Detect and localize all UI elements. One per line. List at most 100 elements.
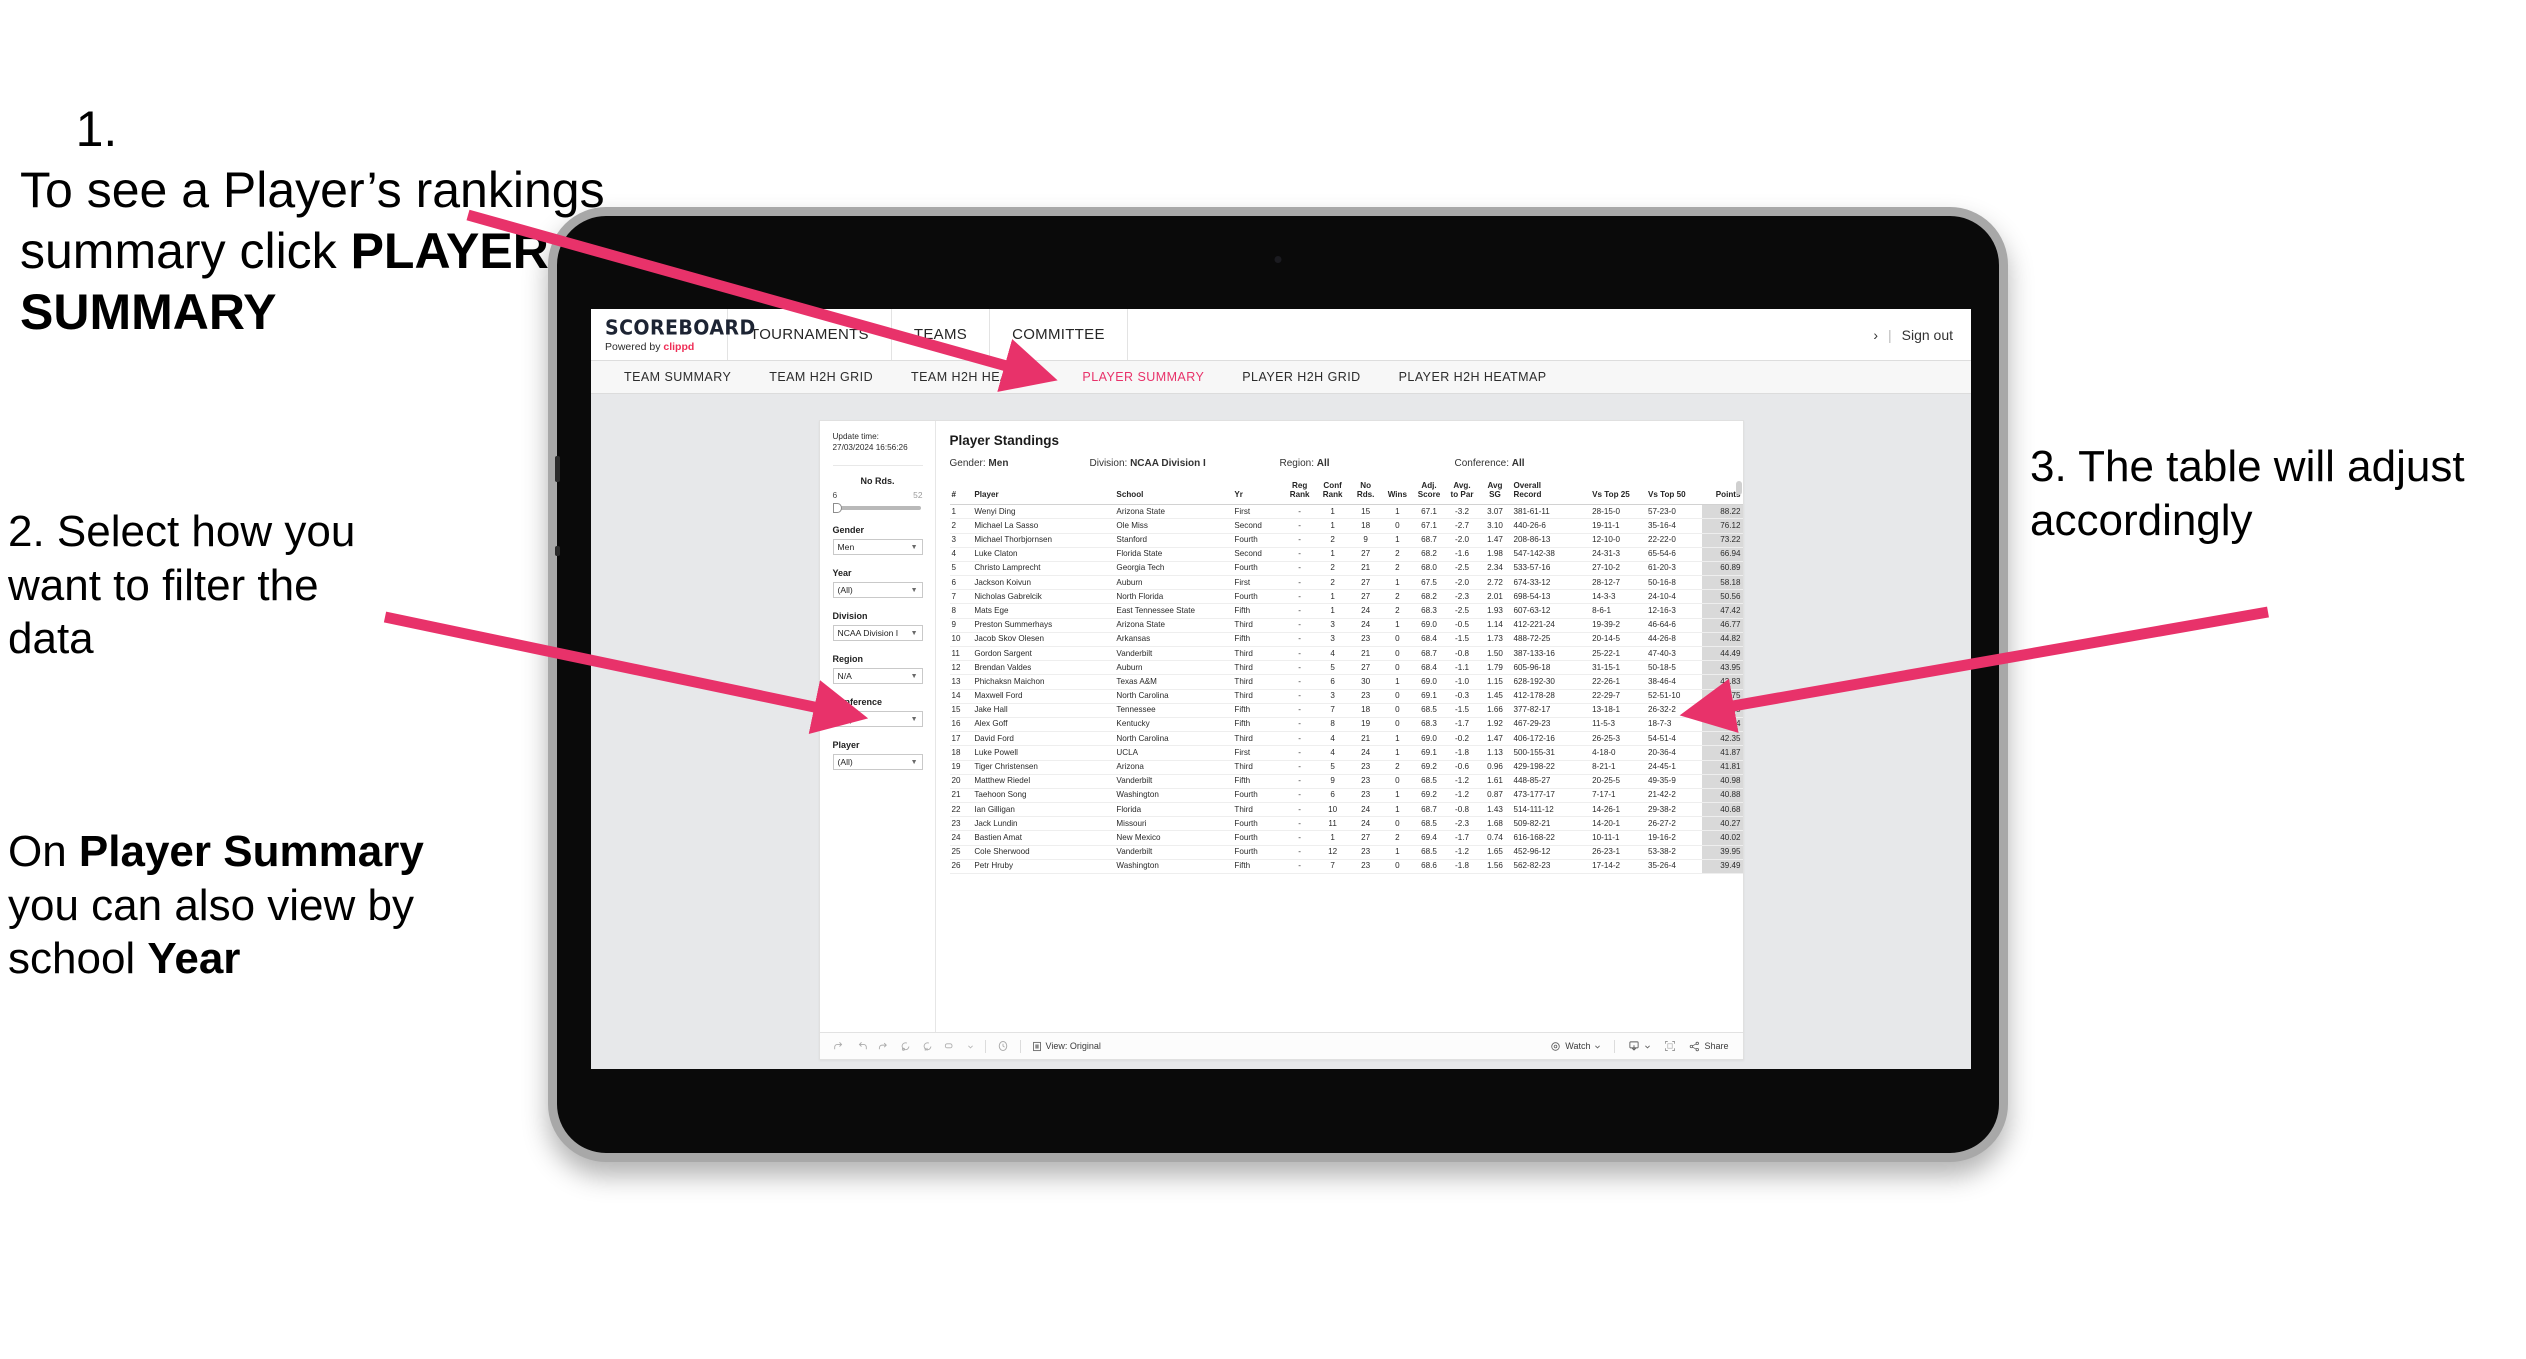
column-header[interactable]: Avg. to Par: [1445, 478, 1479, 506]
year-select[interactable]: (All) ▼: [832, 582, 923, 599]
fullscreen-icon[interactable]: [1664, 1040, 1676, 1052]
table-row[interactable]: 20 Matthew Riedel Vanderbilt Fifth -9 23 0 68.5…: [949, 774, 1743, 789]
column-header[interactable]: Yr: [1232, 478, 1284, 506]
subnav-player-summary[interactable]: PLAYER SUMMARY: [1063, 370, 1223, 384]
column-header[interactable]: Wins: [1382, 478, 1413, 506]
table-cell: 14-20-1: [1590, 816, 1646, 832]
column-header[interactable]: Player: [972, 478, 1115, 506]
column-header[interactable]: Vs Top 25: [1590, 478, 1646, 506]
table-cell: Arizona State: [1114, 618, 1233, 633]
table-row[interactable]: 5 Christo Lamprecht Georgia Tech Fourth -2 21…: [949, 561, 1743, 577]
download-button[interactable]: [1628, 1040, 1651, 1052]
column-header[interactable]: #: [949, 478, 973, 506]
table-row[interactable]: 24 Bastien Amat New Mexico Fourth -1 27 2 69.4-…: [949, 830, 1743, 846]
view-original-button[interactable]: View: Original: [1032, 1041, 1101, 1052]
table-row[interactable]: 3 Michael Thorbjornsen Stanford Fourth -2 9 1 6…: [949, 533, 1743, 548]
device-icon[interactable]: [944, 1041, 956, 1052]
clock-icon[interactable]: [997, 1040, 1009, 1052]
table-row[interactable]: 17 David Ford North Carolina Third -4 21 1 69.0…: [949, 731, 1743, 747]
table-cell: Phichaksn Maichon: [972, 674, 1115, 690]
table-row[interactable]: 9 Preston Summerhays Arizona State Third -3 2…: [949, 618, 1743, 633]
table-cell: 68.5: [1412, 845, 1446, 860]
table-cell: 0: [1382, 518, 1413, 534]
column-header[interactable]: Vs Top 50: [1645, 478, 1702, 506]
undo-icon[interactable]: [833, 1041, 845, 1052]
table-cell: 68.0: [1412, 561, 1446, 577]
table-row[interactable]: 1 Wenyi Ding Arizona State First -1 15 1 67.1 -3…: [949, 504, 1743, 520]
subnav-team-summary[interactable]: TEAM SUMMARY: [605, 370, 750, 384]
revert-icon[interactable]: [878, 1041, 889, 1052]
table-row[interactable]: 11 Gordon Sargent Vanderbilt Third -4 21 0 68.7…: [949, 646, 1743, 662]
table-row[interactable]: 19 Tiger Christensen Arizona Third -5 23 2 69.2…: [949, 760, 1743, 775]
division-select[interactable]: NCAA Division I ▼: [832, 625, 923, 642]
table-row[interactable]: 25 Cole Sherwood Vanderbilt Fourth -12 23 1 68.…: [949, 845, 1743, 860]
table-cell: 406-172-16: [1511, 731, 1591, 747]
table-row[interactable]: 2 Michael La Sasso Ole Miss Second -1 18 0 67.1…: [949, 518, 1743, 534]
table-cell: First: [1232, 504, 1284, 520]
table-cell: 8-6-1: [1590, 603, 1646, 619]
column-header[interactable]: Avg SG: [1478, 478, 1512, 506]
table-row[interactable]: 10 Jacob Skov Olesen Arkansas Fifth -3 23 0 68.…: [949, 632, 1743, 648]
table-cell: -0.8: [1445, 802, 1479, 818]
table-row[interactable]: 4 Luke Claton Florida State Second -1 27 2 68.2…: [949, 547, 1743, 562]
scrollbar-thumb[interactable]: [1735, 481, 1742, 495]
gender-select[interactable]: Men ▼: [832, 539, 923, 556]
table-cell: 10: [1316, 802, 1350, 818]
player-select[interactable]: (All) ▼: [832, 754, 923, 771]
subnav-player-h2h-heatmap[interactable]: PLAYER H2H HEATMAP: [1380, 370, 1566, 384]
column-header[interactable]: Reg Rank: [1283, 478, 1317, 506]
table-row[interactable]: 7 Nicholas Gabrelcik North Florida Fourth -1…: [949, 589, 1743, 605]
column-header[interactable]: Overall Record: [1511, 478, 1591, 506]
table-cell: 1: [1382, 504, 1413, 520]
account-chevron-icon[interactable]: ›: [1873, 327, 1878, 343]
top-nav-committee[interactable]: COMMITTEE: [990, 309, 1128, 360]
table-cell: 1.47: [1478, 731, 1512, 747]
table-cell: 429-198-22: [1511, 760, 1591, 775]
table-row[interactable]: 23 Jack Lundin Missouri Fourth -11 24 0 68.5 -2.…: [949, 816, 1743, 832]
table-row[interactable]: 22 Ian Gilligan Florida Third -10 24 1 68.7 -0.8…: [949, 802, 1743, 818]
pause-icon[interactable]: [922, 1041, 933, 1052]
table-row[interactable]: 8 Mats Ege East Tennessee State Fifth -1 24 2 6…: [949, 603, 1743, 619]
table-row[interactable]: 15 Jake Hall Tennessee Fifth -7 18 0 68.5 -1.5 1.…: [949, 703, 1743, 718]
table-cell: 68.2: [1412, 589, 1446, 605]
refresh-icon[interactable]: [900, 1041, 911, 1052]
dropdown-caret-icon[interactable]: [967, 1043, 974, 1050]
table-row[interactable]: 13 Phichaksn Maichon Texas A&M Third -6 30 1 69…: [949, 674, 1743, 690]
table-cell: 46-64-6: [1645, 618, 1702, 633]
subnav-team-h2h-heatmap[interactable]: TEAM H2H HEATMAP: [892, 370, 1063, 384]
share-button[interactable]: Share: [1689, 1041, 1729, 1052]
no-rounds-slider[interactable]: [832, 503, 923, 514]
table-row[interactable]: 18 Luke Powell UCLA First -4 24 1 69.1 -1.8 1.13 5…: [949, 745, 1743, 761]
slider-handle[interactable]: [832, 503, 842, 514]
chevron-down-icon: ▼: [910, 715, 918, 723]
column-header[interactable]: Conf Rank: [1316, 478, 1350, 506]
column-header[interactable]: School: [1114, 478, 1233, 506]
sign-out-link[interactable]: Sign out: [1902, 327, 1953, 343]
table-scrollbar[interactable]: [1734, 421, 1743, 1032]
table-row[interactable]: 21 Taehoon Song Washington Fourth -6 23 1 69.2-…: [949, 788, 1743, 804]
table-cell: 10: [949, 632, 973, 648]
conference-select[interactable]: (All) ▼: [832, 711, 923, 728]
table-row[interactable]: 26 Petr Hruby Washington Fifth -7 23 0 68.6 -1.8…: [949, 859, 1743, 875]
table-row[interactable]: 6 Jackson Koivun Auburn First -2 27 1 67.5 -2.0 2…: [949, 575, 1743, 591]
top-nav-teams[interactable]: TEAMS: [892, 309, 991, 360]
column-header[interactable]: No Rds.: [1349, 478, 1383, 506]
table-cell: -: [1283, 717, 1317, 733]
region-select[interactable]: N/A ▼: [832, 668, 923, 685]
table-row[interactable]: 14 Maxwell Ford North Carolina Third -3 23 0 69…: [949, 689, 1743, 704]
table-cell: 387-133-16: [1511, 646, 1591, 662]
redo-icon[interactable]: [856, 1041, 867, 1052]
table-cell: 0.87: [1478, 788, 1512, 804]
watch-button[interactable]: Watch: [1550, 1041, 1601, 1052]
table-row[interactable]: 12 Brendan Valdes Auburn Third -5 27 0 68.4 -1.1…: [949, 660, 1743, 676]
table-row[interactable]: 16 Alex Goff Kentucky Fifth -8 19 0 68.3 -1.7 1.9…: [949, 717, 1743, 733]
subnav-player-h2h-grid[interactable]: PLAYER H2H GRID: [1223, 370, 1379, 384]
division-value: NCAA Division I: [837, 628, 899, 639]
table-cell: 30: [1349, 674, 1383, 690]
header-divider: |: [1887, 326, 1892, 343]
brand-tagline: Powered by clippd: [605, 341, 727, 353]
subnav-team-h2h-grid[interactable]: TEAM H2H GRID: [750, 370, 892, 384]
table-cell: Third: [1232, 660, 1284, 676]
column-header[interactable]: Adj. Score: [1412, 478, 1446, 506]
table-cell: North Carolina: [1114, 689, 1233, 704]
